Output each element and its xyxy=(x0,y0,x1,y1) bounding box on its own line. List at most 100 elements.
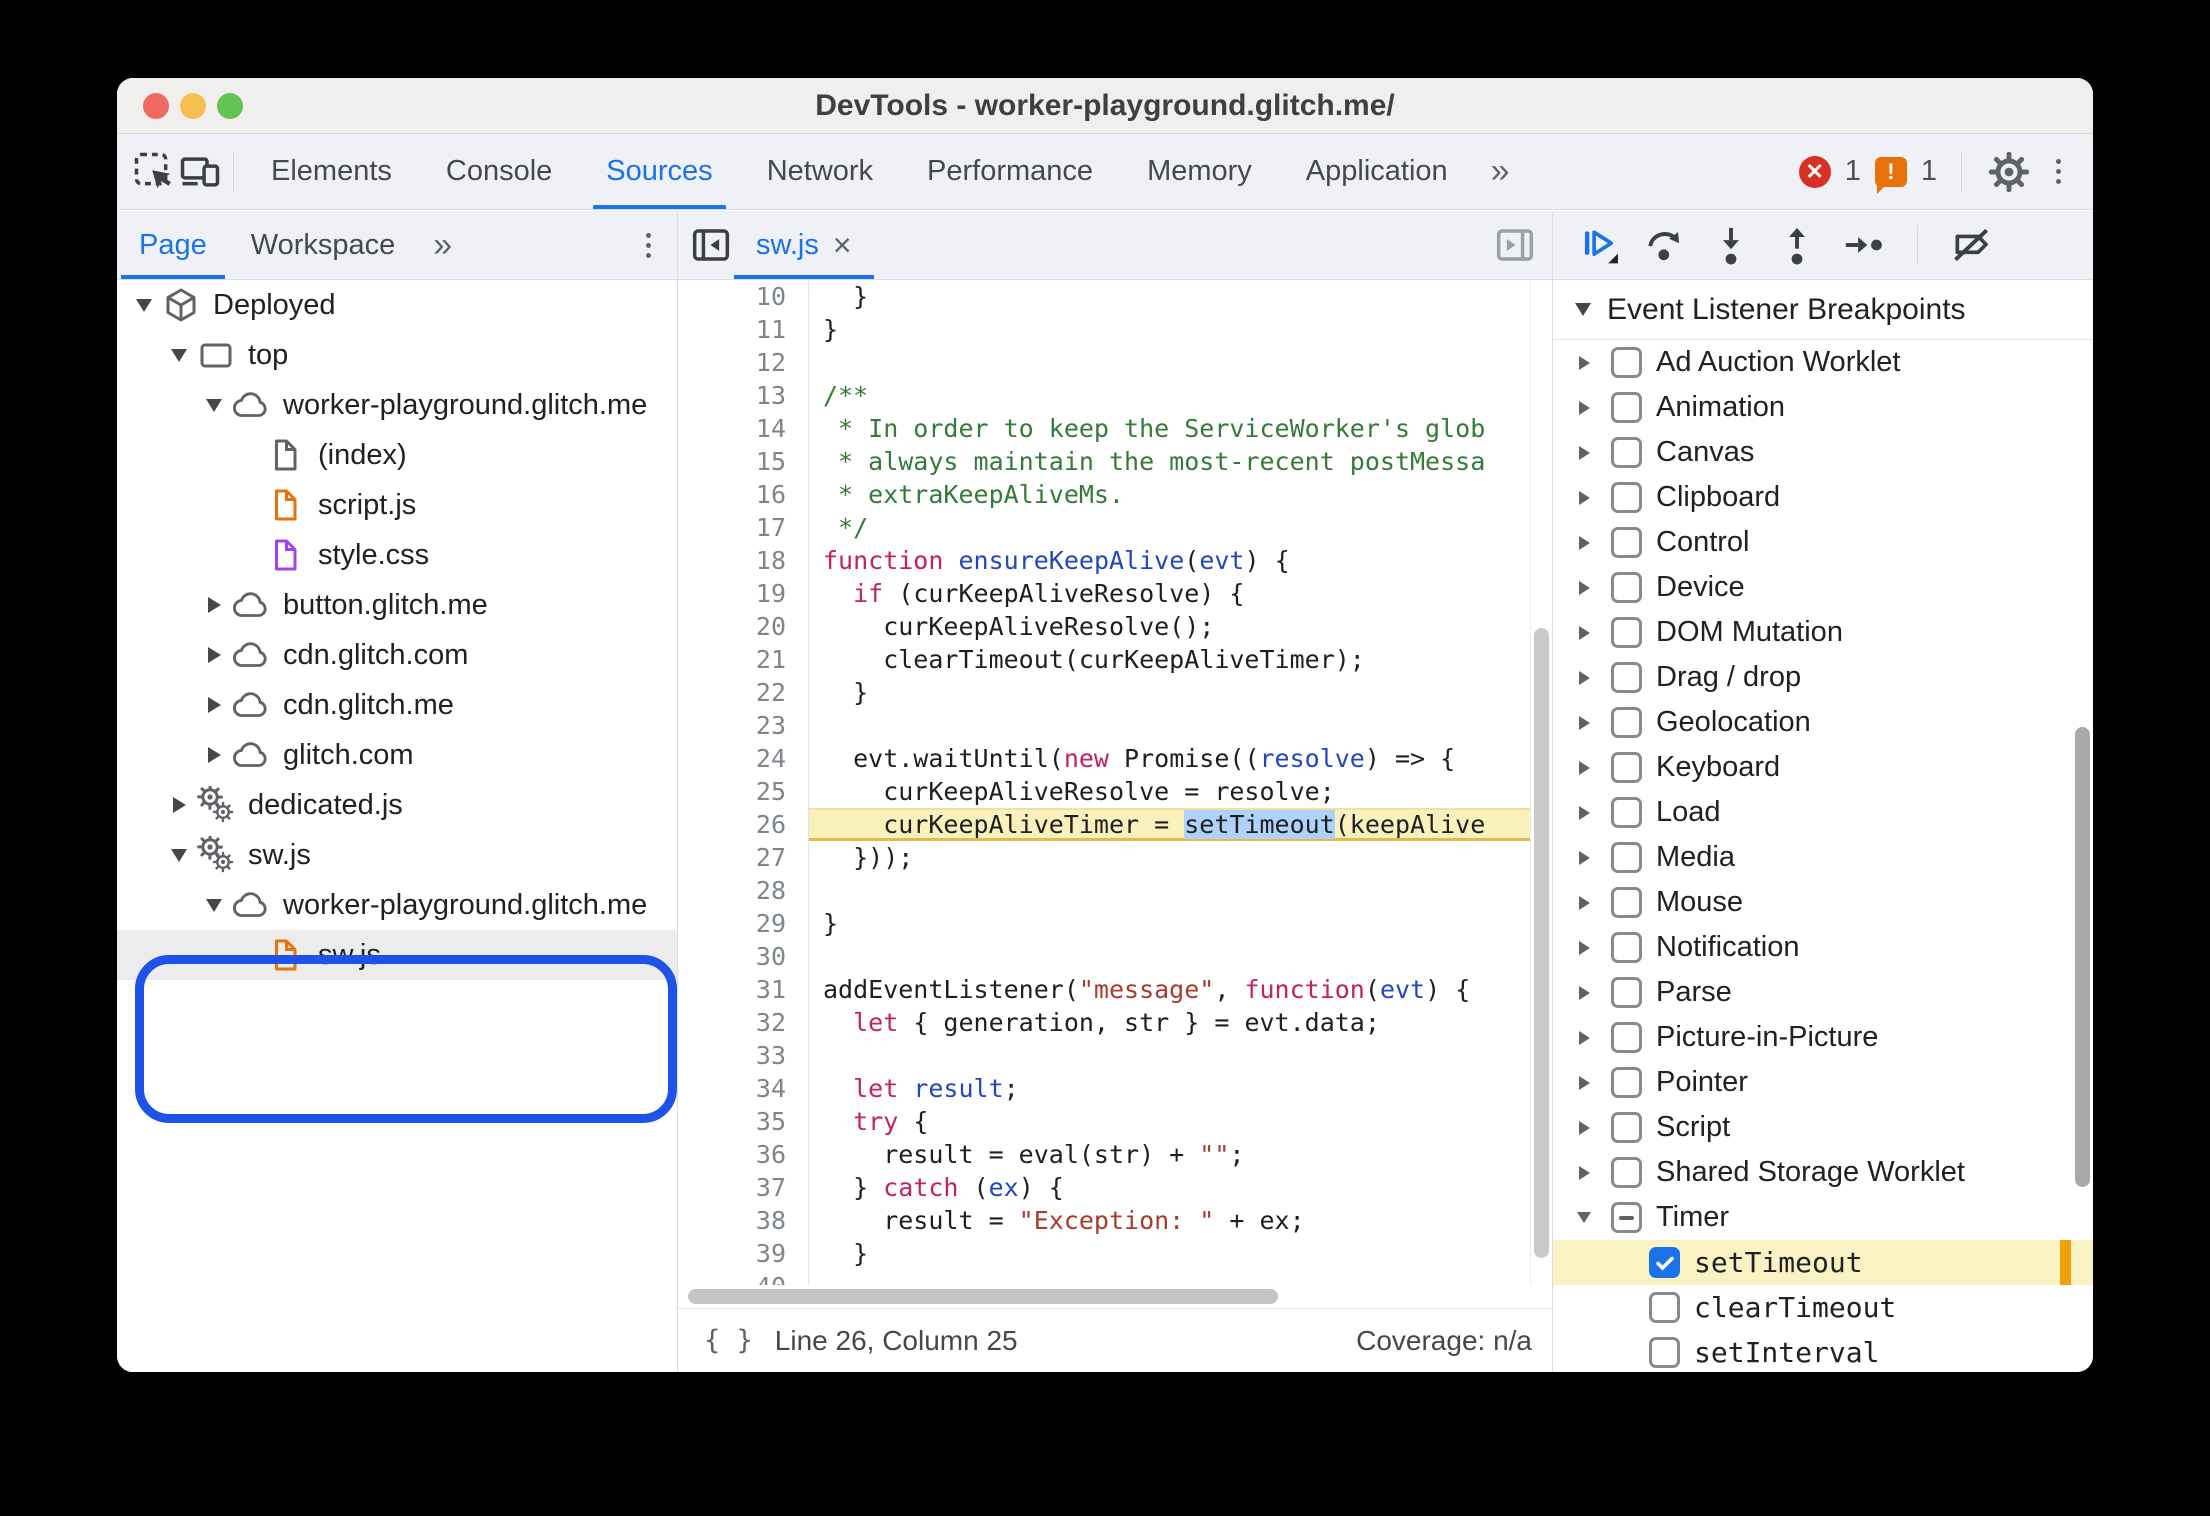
hide-navigator-icon[interactable] xyxy=(688,222,734,268)
breakpoint-event-cleartimeout[interactable]: clearTimeout xyxy=(1553,1285,2093,1330)
navigator-tab-page[interactable]: Page xyxy=(117,211,229,279)
more-tabs-icon[interactable]: » xyxy=(1475,152,1526,191)
pretty-print-icon[interactable]: { } xyxy=(694,1325,763,1356)
breakpoint-category-mouse[interactable]: Mouse xyxy=(1553,880,2093,925)
checkbox-unchecked[interactable] xyxy=(1649,1337,1680,1368)
navigator-menu-icon[interactable] xyxy=(636,227,661,264)
tree-item-cdn.glitch.me[interactable]: cdn.glitch.me xyxy=(117,680,677,730)
breakpoint-event-setinterval[interactable]: setInterval xyxy=(1553,1330,2093,1372)
tree-item-worker-playground.glitch.me[interactable]: worker-playground.glitch.me xyxy=(117,380,677,430)
breakpoint-category-ad-auction-worklet[interactable]: Ad Auction Worklet xyxy=(1553,340,2093,385)
breakpoint-category-geolocation[interactable]: Geolocation xyxy=(1553,700,2093,745)
tree-item-glitch.com[interactable]: glitch.com xyxy=(117,730,677,780)
breakpoint-event-settimeout[interactable]: setTimeout xyxy=(1553,1240,2093,1285)
inspect-element-icon[interactable] xyxy=(131,149,177,195)
step-out-icon[interactable] xyxy=(1775,223,1819,267)
checkbox-unchecked[interactable] xyxy=(1611,887,1642,918)
breakpoint-category-canvas[interactable]: Canvas xyxy=(1553,430,2093,475)
breakpoint-category-device[interactable]: Device xyxy=(1553,565,2093,610)
breakpoint-category-pointer[interactable]: Pointer xyxy=(1553,1060,2093,1105)
show-debugger-panel-icon[interactable] xyxy=(1492,222,1538,268)
code-token: (keepAlive xyxy=(1334,810,1486,839)
tab-performance[interactable]: Performance xyxy=(900,134,1120,209)
code-editor-area[interactable]: 10 } 11} 12 13/** 14 * In order to keep the … xyxy=(678,280,1552,1285)
navigator-tab-workspace[interactable]: Workspace xyxy=(229,211,418,279)
checkbox-unchecked[interactable] xyxy=(1611,1067,1642,1098)
tree-item-worker-playground.glitch.me[interactable]: worker-playground.glitch.me xyxy=(117,880,677,930)
breakpoint-category-script[interactable]: Script xyxy=(1553,1105,2093,1150)
tree-item-button.glitch.me[interactable]: button.glitch.me xyxy=(117,580,677,630)
checkbox-indeterminate[interactable] xyxy=(1611,1202,1642,1233)
checkbox-unchecked[interactable] xyxy=(1611,842,1642,873)
checkbox-unchecked[interactable] xyxy=(1611,1157,1642,1188)
toolbar-divider xyxy=(1961,151,1962,192)
checkbox-unchecked[interactable] xyxy=(1611,752,1642,783)
event-listener-breakpoints-header[interactable]: Event Listener Breakpoints xyxy=(1553,280,2093,340)
more-navigator-tabs-icon[interactable]: » xyxy=(417,226,468,265)
breakpoint-category-control[interactable]: Control xyxy=(1553,520,2093,565)
step-into-icon[interactable] xyxy=(1709,223,1753,267)
editor-hscroll-thumb[interactable] xyxy=(688,1289,1278,1304)
tree-item-script.js[interactable]: script.js xyxy=(117,480,677,530)
line-number: 31 xyxy=(755,975,786,1004)
breakpoint-category-notification[interactable]: Notification xyxy=(1553,925,2093,970)
editor-vscroll-thumb[interactable] xyxy=(1534,628,1549,1258)
code-line-35: 35 try { xyxy=(678,1105,1552,1138)
breakpoint-category-shared-storage-worklet[interactable]: Shared Storage Worklet xyxy=(1553,1150,2093,1195)
breakpoint-category-drag-drop[interactable]: Drag / drop xyxy=(1553,655,2093,700)
checkbox-unchecked[interactable] xyxy=(1611,932,1642,963)
checkbox-unchecked[interactable] xyxy=(1611,662,1642,693)
breakpoint-category-parse[interactable]: Parse xyxy=(1553,970,2093,1015)
line-number: 20 xyxy=(755,612,786,641)
close-tab-icon[interactable]: × xyxy=(833,227,852,264)
checkbox-unchecked[interactable] xyxy=(1611,437,1642,468)
checkbox-unchecked[interactable] xyxy=(1611,392,1642,423)
editor-tab-sw-js[interactable]: sw.js × xyxy=(734,211,874,279)
breakpoints-scrollbar-thumb[interactable] xyxy=(2075,727,2090,1187)
breakpoint-category-media[interactable]: Media xyxy=(1553,835,2093,880)
code-line-text: } xyxy=(808,676,1552,709)
deactivate-breakpoints-icon[interactable] xyxy=(1950,223,1994,267)
breakpoint-category-dom-mutation[interactable]: DOM Mutation xyxy=(1553,610,2093,655)
breakpoint-category-keyboard[interactable]: Keyboard xyxy=(1553,745,2093,790)
settings-gear-icon[interactable] xyxy=(1986,149,2032,195)
issues-icon[interactable]: ! xyxy=(1874,156,1907,194)
step-over-icon[interactable] xyxy=(1643,223,1687,267)
breakpoint-category-animation[interactable]: Animation xyxy=(1553,385,2093,430)
breakpoint-category-clipboard[interactable]: Clipboard xyxy=(1553,475,2093,520)
checkbox-unchecked[interactable] xyxy=(1611,977,1642,1008)
checkbox-unchecked[interactable] xyxy=(1611,1112,1642,1143)
checkbox-unchecked[interactable] xyxy=(1611,572,1642,603)
tab-memory[interactable]: Memory xyxy=(1120,134,1279,209)
breakpoint-category-load[interactable]: Load xyxy=(1553,790,2093,835)
checkbox-unchecked[interactable] xyxy=(1611,1022,1642,1053)
breakpoint-category-picture-in-picture[interactable]: Picture-in-Picture xyxy=(1553,1015,2093,1060)
checkbox-unchecked[interactable] xyxy=(1649,1292,1680,1323)
tab-sources[interactable]: Sources xyxy=(579,134,739,209)
step-icon[interactable] xyxy=(1841,223,1885,267)
checkbox-unchecked[interactable] xyxy=(1611,482,1642,513)
customize-devtools-icon[interactable] xyxy=(2046,153,2071,190)
tab-network[interactable]: Network xyxy=(740,134,900,209)
tab-console[interactable]: Console xyxy=(419,134,579,209)
error-icon[interactable]: ✕ xyxy=(1798,155,1831,188)
tab-elements[interactable]: Elements xyxy=(244,134,419,209)
tree-item-cdn.glitch.com[interactable]: cdn.glitch.com xyxy=(117,630,677,680)
resume-script-icon[interactable] xyxy=(1577,223,1621,267)
tree-item-sw.js[interactable]: sw.js xyxy=(117,830,677,880)
tree-item-style.css[interactable]: style.css xyxy=(117,530,677,580)
tree-item-top[interactable]: top xyxy=(117,330,677,380)
breakpoint-category-timer[interactable]: Timer xyxy=(1553,1195,2093,1240)
tab-application[interactable]: Application xyxy=(1279,134,1475,209)
device-toolbar-icon[interactable] xyxy=(177,149,223,195)
tree-item-dedicated.js[interactable]: dedicated.js xyxy=(117,780,677,830)
checkbox-unchecked[interactable] xyxy=(1611,707,1642,738)
checkbox-unchecked[interactable] xyxy=(1611,617,1642,648)
tree-item--index-[interactable]: (index) xyxy=(117,430,677,480)
checkbox-checked[interactable] xyxy=(1649,1247,1680,1278)
checkbox-unchecked[interactable] xyxy=(1611,347,1642,378)
checkbox-unchecked[interactable] xyxy=(1611,797,1642,828)
tree-item-sw.js[interactable]: sw.js xyxy=(117,930,677,980)
checkbox-unchecked[interactable] xyxy=(1611,527,1642,558)
tree-item-deployed[interactable]: Deployed xyxy=(117,280,677,330)
